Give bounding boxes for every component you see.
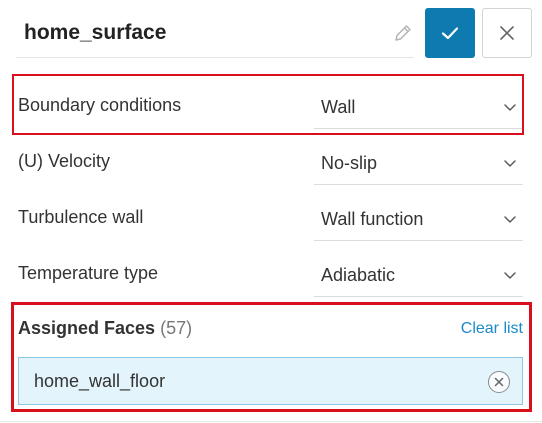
assigned-face-label: home_wall_floor — [34, 370, 166, 391]
chevron-down-icon — [504, 272, 516, 279]
chevron-down-icon — [504, 216, 516, 223]
name-value[interactable]: home_surface — [16, 21, 166, 45]
chevron-down-icon — [504, 160, 516, 167]
velocity-value: No-slip — [321, 153, 378, 173]
temperature-type-value: Adiabatic — [321, 265, 396, 285]
pencil-icon[interactable] — [392, 22, 414, 44]
panel-divider — [0, 421, 542, 422]
name-field[interactable]: home_surface — [16, 8, 414, 58]
remove-face-button[interactable] — [488, 371, 510, 393]
boundary-conditions-highlight — [12, 74, 524, 135]
velocity-label: (U) Velocity — [18, 151, 111, 171]
editor-header: home_surface — [0, 0, 542, 70]
turbulence-wall-value: Wall function — [321, 209, 424, 229]
close-button[interactable] — [482, 8, 532, 58]
velocity-select[interactable]: No-slip — [314, 141, 523, 185]
check-icon — [441, 27, 459, 40]
temperature-type-label: Temperature type — [18, 263, 159, 283]
temperature-type-select[interactable]: Adiabatic — [314, 253, 523, 297]
close-icon — [500, 26, 514, 40]
turbulence-wall-label: Turbulence wall — [18, 207, 144, 227]
confirm-button[interactable] — [425, 8, 475, 58]
row-velocity: (U) Velocity No-slip — [0, 133, 542, 189]
row-temperature-type: Temperature type Adiabatic — [0, 245, 542, 301]
turbulence-wall-select[interactable]: Wall function — [314, 197, 523, 241]
row-turbulence-wall: Turbulence wall Wall function — [0, 189, 542, 245]
assigned-face-chip[interactable]: home_wall_floor — [18, 357, 523, 405]
assigned-faces-heading: Assigned Faces (57) — [18, 318, 192, 339]
clear-list-link[interactable]: Clear list — [461, 320, 523, 338]
close-icon — [494, 377, 504, 387]
assigned-faces-count: (57) — [160, 318, 193, 338]
assigned-faces-title: Assigned Faces — [18, 318, 156, 338]
